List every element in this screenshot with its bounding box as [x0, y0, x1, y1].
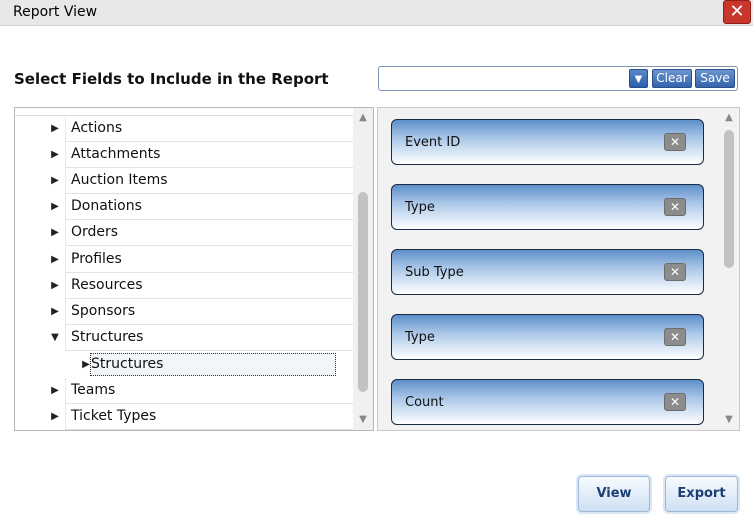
window-title: Report View: [13, 4, 98, 20]
close-icon: ✕: [669, 395, 681, 409]
tree-item-label: Resources: [71, 277, 143, 293]
scroll-down-icon[interactable]: ▼: [353, 412, 373, 428]
expand-arrow-icon[interactable]: ▶: [48, 226, 62, 240]
tree-item-ticket-types[interactable]: ▶ Ticket Types: [15, 404, 353, 430]
save-button[interactable]: Save: [695, 69, 735, 88]
tree-item-donations[interactable]: ▶ Donations: [15, 194, 353, 220]
field-tree: ▶ Actions ▶ Attachments ▶ Auction Items …: [14, 107, 374, 431]
tree-item-label: Auction Items: [71, 172, 168, 188]
scroll-thumb[interactable]: [358, 192, 368, 392]
scroll-thumb[interactable]: [724, 130, 734, 268]
template-select[interactable]: ▼ Clear Save: [378, 66, 738, 91]
scroll-up-icon[interactable]: ▲: [719, 110, 739, 126]
tree-item-label: Actions: [71, 120, 123, 136]
expand-arrow-icon[interactable]: ▶: [48, 253, 62, 267]
close-icon: ✕: [729, 1, 745, 22]
title-bar: Report View ✕: [0, 0, 753, 26]
field-label: Event ID: [405, 135, 461, 150]
tree-item-attachments[interactable]: ▶ Attachments: [15, 142, 353, 168]
remove-field-button[interactable]: ✕: [664, 393, 686, 411]
field-label: Sub Type: [405, 265, 464, 280]
view-button[interactable]: View: [578, 476, 650, 512]
tree-item-label: Sponsors: [71, 303, 136, 319]
field-card[interactable]: Sub Type ✕: [391, 249, 704, 295]
tree-item-orders[interactable]: ▶ Orders: [15, 220, 353, 246]
tree-scrollbar[interactable]: ▲ ▼: [353, 108, 373, 430]
remove-field-button[interactable]: ✕: [664, 263, 686, 281]
tree-top-partial-row: [15, 108, 353, 116]
dropdown-arrow-button[interactable]: ▼: [629, 69, 648, 88]
remove-field-button[interactable]: ✕: [664, 328, 686, 346]
tree-item-label: Teams: [71, 382, 116, 398]
template-select-input[interactable]: [381, 69, 629, 90]
page-heading: Select Fields to Include in the Report: [14, 70, 329, 88]
tree-item-label: Profiles: [71, 251, 122, 267]
tree-item-label: Structures: [71, 329, 144, 345]
tree-item-auction-items[interactable]: ▶ Auction Items: [15, 168, 353, 194]
field-card[interactable]: Event ID ✕: [391, 119, 704, 165]
scroll-up-icon[interactable]: ▲: [353, 110, 373, 126]
field-label: Count: [405, 395, 444, 410]
tree-item-label: Donations: [71, 198, 142, 214]
close-icon: ✕: [669, 265, 681, 279]
tree-item-label: Ticket Types: [71, 408, 157, 424]
chevron-down-icon: ▼: [634, 74, 643, 85]
field-card[interactable]: Type ✕: [391, 184, 704, 230]
expand-arrow-icon[interactable]: ▶: [48, 200, 62, 214]
expand-arrow-icon[interactable]: ▶: [48, 174, 62, 188]
close-icon: ✕: [669, 135, 681, 149]
expand-arrow-icon[interactable]: ▶: [48, 384, 62, 398]
expand-arrow-icon[interactable]: ▶: [48, 122, 62, 136]
field-label: Type: [405, 330, 435, 345]
tree-item-label: Structures: [91, 356, 164, 372]
tree-item-profiles[interactable]: ▶ Profiles: [15, 247, 353, 273]
expand-arrow-icon[interactable]: ▶: [48, 410, 62, 424]
field-label: Type: [405, 200, 435, 215]
tree-item-actions[interactable]: ▶ Actions: [15, 116, 353, 142]
remove-field-button[interactable]: ✕: [664, 133, 686, 151]
export-button[interactable]: Export: [665, 476, 738, 512]
close-icon: ✕: [669, 200, 681, 214]
selected-fields-panel: Event ID ✕ Type ✕ Sub Type ✕ Type ✕ Coun…: [377, 107, 740, 431]
tree-item-label: Attachments: [71, 146, 161, 162]
tree-child-structures[interactable]: ▶ Structures: [71, 352, 353, 378]
field-card[interactable]: Count ✕: [391, 379, 704, 425]
clear-button[interactable]: Clear: [652, 69, 692, 88]
scroll-down-icon[interactable]: ▼: [719, 412, 739, 428]
field-card[interactable]: Type ✕: [391, 314, 704, 360]
collapse-arrow-icon[interactable]: ▼: [48, 331, 62, 345]
expand-arrow-icon[interactable]: ▶: [48, 305, 62, 319]
tree-item-label: Orders: [71, 224, 119, 240]
tree-item-teams[interactable]: ▶ Teams: [15, 378, 353, 404]
remove-field-button[interactable]: ✕: [664, 198, 686, 216]
close-button[interactable]: ✕: [723, 0, 751, 24]
close-icon: ✕: [669, 330, 681, 344]
tree-item-resources[interactable]: ▶ Resources: [15, 273, 353, 299]
tree-item-sponsors[interactable]: ▶ Sponsors: [15, 299, 353, 325]
expand-arrow-icon[interactable]: ▶: [48, 148, 62, 162]
expand-arrow-icon[interactable]: ▶: [48, 279, 62, 293]
tree-item-structures[interactable]: ▼ Structures: [15, 325, 353, 351]
fields-scrollbar[interactable]: ▲ ▼: [719, 108, 739, 430]
